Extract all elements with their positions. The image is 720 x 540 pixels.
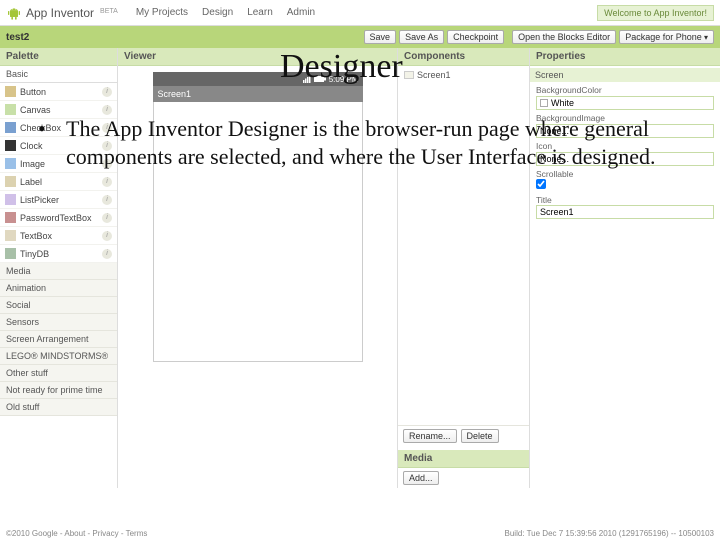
palette-header: Palette xyxy=(0,48,117,66)
brand-text: App Inventor xyxy=(26,6,94,20)
palette-cat-social[interactable]: Social xyxy=(0,297,117,314)
phone-title-bar: Screen1 xyxy=(153,86,363,102)
delete-button[interactable]: Delete xyxy=(461,429,499,443)
footer-right: Build: Tue Dec 7 15:39:56 2010 (12917651… xyxy=(505,529,715,538)
palette-item-passwordtextbox[interactable]: PasswordTextBox i xyxy=(0,209,117,227)
palette-cat-other-stuff[interactable]: Other stuff xyxy=(0,365,117,382)
properties-panel: Properties Screen BackgroundColor White … xyxy=(530,48,720,488)
palette-cat-animation[interactable]: Animation xyxy=(0,280,117,297)
tree-node-screen1[interactable]: Screen1 xyxy=(404,70,523,80)
palette-cat-sensors[interactable]: Sensors xyxy=(0,314,117,331)
nav-admin[interactable]: Admin xyxy=(287,7,315,18)
prop-scrollable-label: Scrollable xyxy=(536,169,714,179)
top-nav: My Projects Design Learn Admin xyxy=(136,7,315,18)
palette-item-textbox[interactable]: TextBox i xyxy=(0,227,117,245)
palette-item-label: ListPicker xyxy=(20,195,59,205)
tinydb-icon xyxy=(5,248,16,259)
info-icon[interactable]: i xyxy=(102,195,112,205)
prop-bgcolor-field[interactable]: White xyxy=(536,96,714,110)
project-bar: test2 Save Save As Checkpoint Open the B… xyxy=(0,26,720,48)
top-bar: App Inventor BETA My Projects Design Lea… xyxy=(0,0,720,26)
media-header: Media xyxy=(398,450,529,468)
prop-bgcolor-label: BackgroundColor xyxy=(536,85,714,95)
welcome-banner: Welcome to App Inventor! xyxy=(597,5,714,21)
palette-cat-not-ready-for-prime-time[interactable]: Not ready for prime time xyxy=(0,382,117,399)
palette-item-label: Button xyxy=(20,87,46,97)
viewer-panel: Viewer 5:09 PM Screen1 xyxy=(118,48,398,488)
properties-header: Properties xyxy=(530,48,720,66)
palette-item-label: Label xyxy=(20,177,42,187)
info-icon[interactable]: i xyxy=(102,213,112,223)
open-blocks-button[interactable]: Open the Blocks Editor xyxy=(512,30,616,44)
textbox-icon xyxy=(5,230,16,241)
save-button[interactable]: Save xyxy=(364,30,397,44)
nav-design[interactable]: Design xyxy=(202,7,233,18)
components-header: Components xyxy=(398,48,529,66)
palette-item-label[interactable]: Label i xyxy=(0,173,117,191)
palette-item-tinydb[interactable]: TinyDB i xyxy=(0,245,117,263)
checkbox-icon xyxy=(5,122,16,133)
info-icon[interactable]: i xyxy=(102,177,112,187)
palette-item-label: TextBox xyxy=(20,231,52,241)
prop-title-input[interactable] xyxy=(536,205,714,219)
info-icon[interactable]: i xyxy=(102,87,112,97)
palette-cat-media[interactable]: Media xyxy=(0,263,117,280)
button-icon xyxy=(5,86,16,97)
listpicker-icon xyxy=(5,194,16,205)
prop-scrollable-checkbox[interactable] xyxy=(536,179,546,189)
properties-subhead: Screen xyxy=(530,68,720,82)
android-icon xyxy=(6,4,22,22)
checkpoint-button[interactable]: Checkpoint xyxy=(447,30,504,44)
palette-cat-old-stuff[interactable]: Old stuff xyxy=(0,399,117,416)
columns: Palette Basic ButtoniCanvasiCheckBoxiClo… xyxy=(0,48,720,488)
palette-item-listpicker[interactable]: ListPicker i xyxy=(0,191,117,209)
rename-button[interactable]: Rename... xyxy=(403,429,457,443)
info-icon[interactable]: i xyxy=(102,231,112,241)
screen-icon xyxy=(404,71,414,79)
prop-title-label: Title xyxy=(536,195,714,205)
palette-item-label: Canvas xyxy=(20,105,51,115)
brand: App Inventor BETA xyxy=(6,4,118,22)
palette-panel: Palette Basic ButtoniCanvasiCheckBoxiClo… xyxy=(0,48,118,488)
palette-item-label: PasswordTextBox xyxy=(20,213,92,223)
media-add-button[interactable]: Add... xyxy=(403,471,439,485)
passwordtextbox-icon xyxy=(5,212,16,223)
info-icon[interactable]: i xyxy=(102,249,112,259)
slide-body: • The App Inventor Designer is the brows… xyxy=(38,115,690,170)
palette-item-label: TinyDB xyxy=(20,249,49,259)
clock-icon xyxy=(5,140,16,151)
white-swatch-icon xyxy=(540,99,548,107)
canvas-icon xyxy=(5,104,16,115)
slide-title: Designer xyxy=(280,48,403,86)
palette-item-button[interactable]: Button i xyxy=(0,83,117,101)
nav-my-projects[interactable]: My Projects xyxy=(136,7,188,18)
components-panel: Components Screen1 Rename... Delete Medi… xyxy=(398,48,530,488)
info-icon[interactable]: i xyxy=(102,105,112,115)
nav-learn[interactable]: Learn xyxy=(247,7,273,18)
footer: ©2010 Google - About - Privacy - Terms B… xyxy=(6,529,714,538)
palette-cat-basic[interactable]: Basic xyxy=(0,66,117,83)
label-icon xyxy=(5,176,16,187)
palette-cat-screen-arrangement[interactable]: Screen Arrangement xyxy=(0,331,117,348)
footer-left: ©2010 Google - About - Privacy - Terms xyxy=(6,529,147,538)
image-icon xyxy=(5,158,16,169)
package-phone-button[interactable]: Package for Phone xyxy=(619,30,714,44)
palette-cat-lego-mindstorms-[interactable]: LEGO® MINDSTORMS® xyxy=(0,348,117,365)
save-as-button[interactable]: Save As xyxy=(399,30,444,44)
project-name: test2 xyxy=(6,32,29,43)
beta-badge: BETA xyxy=(100,8,118,15)
